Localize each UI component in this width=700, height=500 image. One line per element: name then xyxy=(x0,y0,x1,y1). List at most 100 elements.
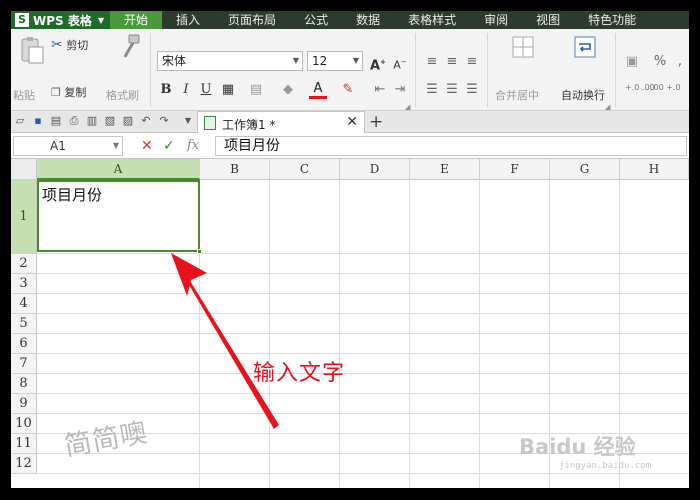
name-box[interactable]: A1 ▼ xyxy=(13,136,123,156)
column-header-f[interactable]: F xyxy=(480,159,550,180)
open-icon[interactable]: ▱ xyxy=(13,114,27,128)
grow-font-icon[interactable]: A+ xyxy=(369,53,387,73)
tab-view[interactable]: 视图 xyxy=(522,11,574,29)
column-header-d[interactable]: D xyxy=(340,159,410,180)
cut-button[interactable]: ✂ 剪切 xyxy=(51,37,88,53)
close-tab-icon[interactable]: ✕ xyxy=(346,114,358,130)
column-header-c[interactable]: C xyxy=(270,159,340,180)
wrap-text-button[interactable]: 自动换行 xyxy=(561,87,605,103)
tab-special[interactable]: 特色功能 xyxy=(574,11,650,29)
document-name: 工作簿1 * xyxy=(222,118,276,132)
scissors-icon: ✂ xyxy=(51,37,63,53)
cut-label: 剪切 xyxy=(66,39,89,52)
document-tab[interactable]: 工作簿1 * ✕ xyxy=(197,111,365,133)
cancel-edit-icon[interactable]: ✕ xyxy=(141,137,153,155)
tab-formulas[interactable]: 公式 xyxy=(290,11,342,29)
format-painter-button[interactable]: 格式刷 xyxy=(106,87,139,103)
italic-button[interactable]: I xyxy=(177,81,195,99)
row-header-10[interactable]: 10 xyxy=(11,414,37,434)
undo-icon[interactable]: ↶ xyxy=(139,114,153,128)
row-header-9[interactable]: 9 xyxy=(11,394,37,414)
row-header-11[interactable]: 11 xyxy=(11,434,37,454)
clear-format-icon[interactable]: ✎ xyxy=(339,81,357,99)
fill-handle[interactable] xyxy=(197,249,202,254)
row-header-1[interactable]: 1 xyxy=(11,180,37,254)
formula-bar: A1 ▼ ✕ ✓ fx 项目月份 xyxy=(11,133,689,159)
cell-style-icon[interactable]: ▤ xyxy=(247,81,265,99)
column-header-g[interactable]: G xyxy=(550,159,620,180)
annotation-text: 输入文字 xyxy=(253,361,346,386)
underline-button[interactable]: U xyxy=(197,81,215,99)
tab-home[interactable]: 开始 xyxy=(110,11,163,29)
select-all-corner[interactable] xyxy=(11,159,37,180)
comma-button[interactable]: , xyxy=(671,53,689,71)
column-header-b[interactable]: B xyxy=(200,159,270,180)
print-preview-icon[interactable]: ▥ xyxy=(85,114,99,128)
currency-icon[interactable]: ▣ xyxy=(623,53,641,71)
save-icon[interactable]: ▪ xyxy=(31,114,45,128)
align-top-icon[interactable]: ≡ xyxy=(423,53,441,71)
column-header-h[interactable]: H xyxy=(620,159,689,180)
bold-button[interactable]: B xyxy=(157,81,175,99)
tab-data[interactable]: 数据 xyxy=(342,11,394,29)
row-header-12[interactable]: 12 xyxy=(11,454,37,474)
spellcheck-icon[interactable]: ▧ xyxy=(103,114,117,128)
insert-function-button[interactable]: fx xyxy=(187,137,199,155)
alignment-group-launcher-icon[interactable]: ◢ xyxy=(605,103,610,111)
tab-review[interactable]: 审阅 xyxy=(470,11,522,29)
format-icon[interactable]: ▨ xyxy=(121,114,135,128)
column-header-a[interactable]: A xyxy=(37,159,200,180)
align-right-icon[interactable]: ☰ xyxy=(463,81,481,99)
grid-line xyxy=(37,273,689,274)
spreadsheet-grid: A B C D E F G H 1 2 3 4 5 6 7 8 9 10 11 … xyxy=(11,159,689,488)
divider xyxy=(415,33,416,107)
shrink-font-icon[interactable]: A− xyxy=(391,53,409,72)
row-header-4[interactable]: 4 xyxy=(11,294,37,314)
grid-line xyxy=(479,180,480,488)
tab-table-style[interactable]: 表格样式 xyxy=(394,11,470,29)
grid-line xyxy=(339,180,340,488)
cell-a1[interactable]: 项目月份 xyxy=(37,180,200,252)
merge-center-button[interactable]: 合并居中 xyxy=(495,87,539,103)
row-header-2[interactable]: 2 xyxy=(11,254,37,274)
wps-logo-icon: S xyxy=(15,13,29,27)
divider xyxy=(615,33,616,107)
formula-input[interactable]: 项目月份 xyxy=(215,136,687,156)
redo-icon[interactable]: ↷ xyxy=(157,114,171,128)
borders-icon[interactable]: ▦ xyxy=(219,81,237,99)
align-left-icon[interactable]: ☰ xyxy=(423,81,441,99)
indent-decrease-icon[interactable]: ⇤ xyxy=(371,81,389,99)
grid-line xyxy=(269,180,270,488)
row-header-5[interactable]: 5 xyxy=(11,314,37,334)
copy-button[interactable]: ❐ 复制 xyxy=(51,84,86,100)
tab-insert[interactable]: 插入 xyxy=(162,11,214,29)
indent-increase-icon[interactable]: ⇥ xyxy=(391,81,409,99)
app-menu-button[interactable]: S WPS 表格 ▼ xyxy=(11,11,111,29)
percent-button[interactable]: % xyxy=(651,53,669,71)
export-pdf-icon[interactable]: ▤ xyxy=(49,114,63,128)
customize-toolbar-icon[interactable]: ▼ xyxy=(181,114,195,128)
font-group-launcher-icon[interactable]: ◢ xyxy=(405,103,410,111)
paste-button[interactable]: 粘贴 xyxy=(13,87,35,103)
chevron-down-icon: ▼ xyxy=(292,56,299,65)
confirm-edit-icon[interactable]: ✓ xyxy=(163,137,175,155)
font-name-value: 宋体 xyxy=(162,54,187,68)
decrease-decimal-button[interactable]: .00 +.0 xyxy=(651,83,681,92)
font-size-select[interactable]: 12 ▼ xyxy=(307,51,363,71)
new-tab-button[interactable]: + xyxy=(369,111,383,133)
wps-window: S WPS 表格 ▼ 开始 插入 页面布局 公式 数据 表格样式 审阅 视图 特… xyxy=(11,11,689,488)
fill-color-icon[interactable]: ◆ xyxy=(279,81,297,99)
tab-page-layout[interactable]: 页面布局 xyxy=(214,11,290,29)
row-header-6[interactable]: 6 xyxy=(11,334,37,354)
column-header-e[interactable]: E xyxy=(410,159,480,180)
row-header-8[interactable]: 8 xyxy=(11,374,37,394)
font-name-select[interactable]: 宋体 ▼ xyxy=(157,51,303,71)
print-icon[interactable]: ⎙ xyxy=(67,114,81,128)
row-header-7[interactable]: 7 xyxy=(11,354,37,374)
font-color-button[interactable]: A xyxy=(309,81,327,99)
align-bottom-icon[interactable]: ≡ xyxy=(463,53,481,71)
align-middle-icon[interactable]: ≡ xyxy=(443,53,461,71)
increase-decimal-button[interactable]: +.0 .00 xyxy=(625,83,655,92)
align-center-icon[interactable]: ☰ xyxy=(443,81,461,99)
row-header-3[interactable]: 3 xyxy=(11,274,37,294)
